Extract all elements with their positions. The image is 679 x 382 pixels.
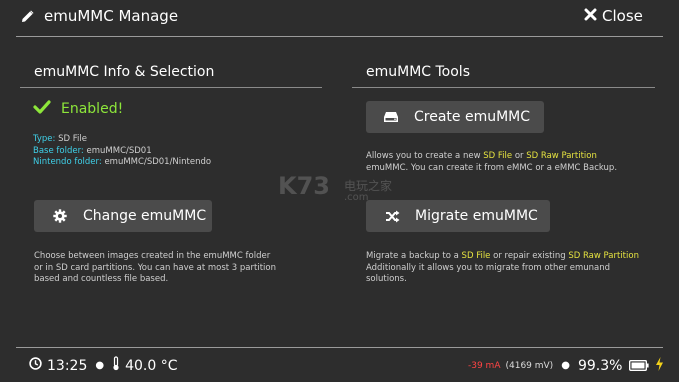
drive-icon — [382, 111, 400, 123]
migrate-desc-text: Migrate a backup to a — [366, 251, 462, 261]
base-folder-row: Base folder: emuMMC/SD01 — [33, 146, 211, 158]
create-desc-sd-file: SD File — [483, 151, 513, 161]
migrate-desc-line: Additionally it allows you to migrate fr… — [366, 262, 611, 273]
migrate-emummc-button[interactable]: Migrate emuMMC — [366, 200, 550, 232]
header: emuMMC Manage Close — [0, 0, 679, 36]
battery-voltage: (4169 mV) — [505, 360, 554, 371]
page-title: emuMMC Manage — [44, 7, 179, 25]
create-desc-text: Allows you to create a new — [366, 151, 484, 161]
change-emummc-label: Change emuMMC — [83, 208, 207, 224]
change-desc-line: or in SD card partitions. You can have a… — [34, 262, 276, 273]
temperature: 40.0 °C — [125, 357, 178, 374]
migrate-desc-text: or repair existing — [490, 251, 569, 261]
clock-icon — [29, 357, 42, 374]
separator-dot: ● — [561, 360, 570, 371]
info-section-title: emuMMC Info & Selection — [34, 64, 215, 80]
create-desc-sd-raw: SD Raw Partition — [526, 151, 597, 161]
migrate-desc-line: Migrate a backup to a SD File or repair … — [366, 251, 639, 263]
gear-icon — [51, 209, 69, 223]
migrate-emummc-label: Migrate emuMMC — [415, 208, 538, 224]
migrate-description: Migrate a backup to a SD File or repair … — [366, 251, 639, 286]
close-button[interactable]: Close — [584, 6, 643, 25]
info-details: Type: SD File Base folder: emuMMC/SD01 N… — [33, 134, 211, 169]
separator-dot: ● — [95, 360, 105, 371]
type-value: SD File — [58, 134, 87, 144]
migrate-desc-sd-file: SD File — [461, 251, 491, 261]
change-desc-line: based and countless file based. — [34, 274, 169, 284]
header-divider — [16, 36, 663, 37]
nintendo-folder-row: Nintendo folder: emuMMC/SD01/Nintendo — [33, 157, 211, 169]
close-label: Close — [602, 6, 643, 25]
change-desc-line: Choose between images created in the emu… — [34, 251, 271, 261]
footer: 13:25 ● 40.0 °C -39 mA (4169 mV) ● 99.3% — [0, 348, 679, 382]
create-description: Allows you to create a new SD File or SD… — [366, 151, 617, 174]
migrate-desc-line: solutions. — [366, 274, 407, 284]
type-row: Type: SD File — [33, 134, 211, 146]
status-row: Enabled! — [33, 99, 123, 118]
footer-left: 13:25 ● 40.0 °C — [29, 356, 178, 375]
watermark-logo: K73 — [278, 172, 330, 200]
status-text: Enabled! — [61, 100, 124, 117]
info-section-divider — [20, 87, 322, 88]
nintendo-folder-label: Nintendo folder: — [33, 157, 102, 167]
change-emummc-button[interactable]: Change emuMMC — [34, 200, 212, 232]
thermometer-icon — [112, 356, 120, 375]
type-label: Type: — [33, 134, 56, 144]
watermark-url: .com — [344, 192, 369, 203]
battery-icon — [629, 356, 650, 375]
migrate-desc-sd-raw: SD Raw Partition — [568, 251, 639, 261]
battery-percent: 99.3% — [577, 357, 623, 374]
create-desc-line: Allows you to create a new SD File or SD… — [366, 151, 617, 163]
base-folder-label: Base folder: — [33, 145, 84, 156]
create-desc-line: emuMMC. You can create it from eMMC or a… — [366, 162, 618, 173]
close-icon — [584, 6, 597, 25]
tools-section-title: emuMMC Tools — [366, 64, 470, 80]
footer-right: -39 mA (4169 mV) ● 99.3% — [468, 356, 664, 375]
battery-current: -39 mA — [468, 360, 501, 371]
create-emummc-button[interactable]: Create emuMMC — [366, 101, 544, 133]
change-description: Choose between images created in the emu… — [34, 251, 276, 286]
shuffle-icon — [383, 210, 401, 223]
nintendo-folder-value: emuMMC/SD01/Nintendo — [104, 157, 212, 167]
tools-section-divider — [352, 87, 655, 88]
pencil-icon — [20, 9, 35, 28]
charging-bolt-icon — [655, 356, 664, 375]
create-emummc-label: Create emuMMC — [414, 109, 531, 125]
base-folder-value: emuMMC/SD01 — [86, 145, 152, 156]
create-desc-text: or — [512, 151, 527, 161]
checkmark-icon — [33, 99, 51, 118]
clock-time: 13:25 — [47, 357, 88, 374]
